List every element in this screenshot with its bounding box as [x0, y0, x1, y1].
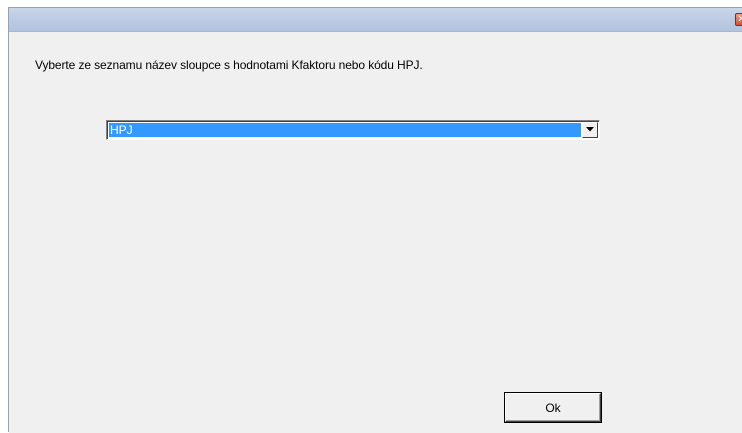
dialog-window: ✕ Vyberte ze seznamu název sloupce s hod… — [8, 7, 742, 433]
chevron-down-icon — [586, 127, 594, 132]
ok-button[interactable]: Ok — [505, 393, 601, 422]
instruction-text: Vyberte ze seznamu název sloupce s hodno… — [35, 58, 423, 72]
close-icon: ✕ — [737, 14, 742, 25]
dialog-content: Vyberte ze seznamu název sloupce s hodno… — [9, 32, 742, 433]
dropdown-arrow-button[interactable] — [582, 122, 598, 138]
title-bar: ✕ — [9, 8, 742, 32]
close-button[interactable]: ✕ — [735, 13, 742, 26]
column-select-dropdown[interactable]: HPJ — [106, 120, 600, 140]
selected-column-value: HPJ — [109, 123, 581, 137]
